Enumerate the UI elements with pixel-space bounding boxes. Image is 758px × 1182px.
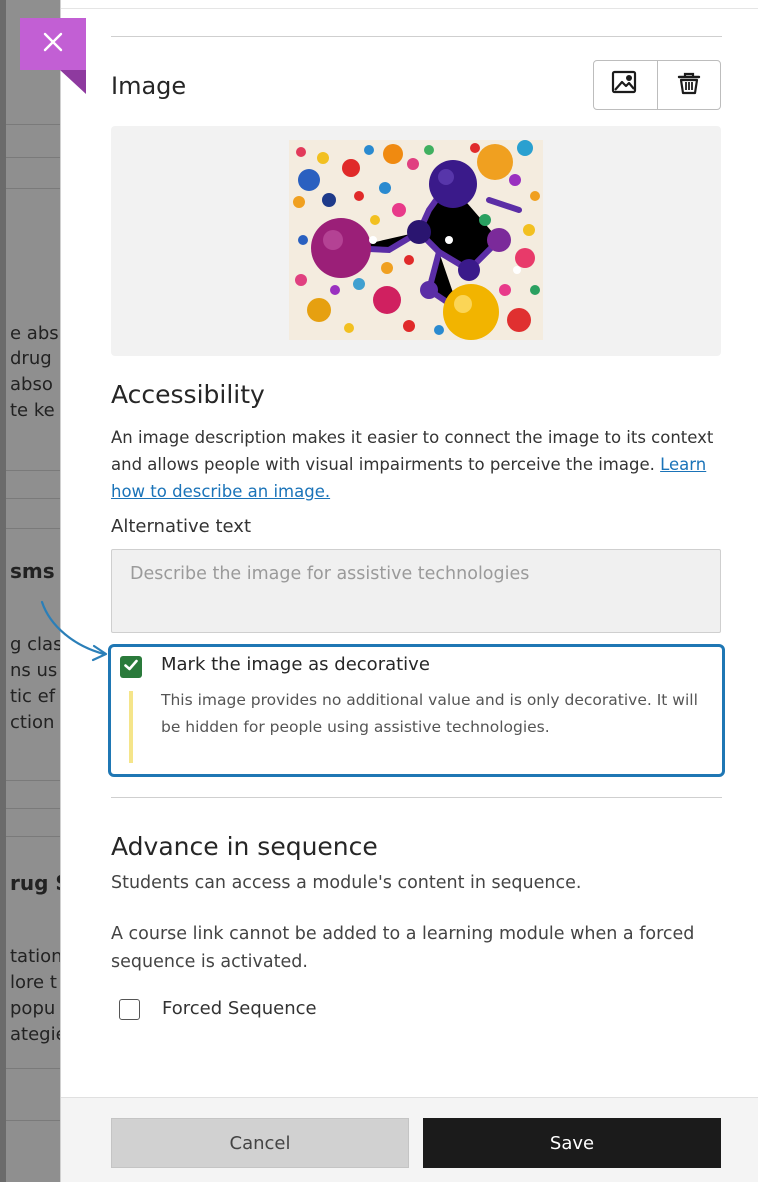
forced-sequence-checkbox[interactable] [119,999,140,1020]
replace-image-button[interactable] [594,61,657,109]
bg-text-fragment: tic ef [10,686,56,707]
bg-divider [6,498,60,499]
decorative-label: Mark the image as decorative [161,654,430,675]
decorative-option-group: Mark the image as decorative This image … [108,644,725,777]
image-preview-area [111,126,721,356]
cancel-button[interactable]: Cancel [111,1118,409,1168]
decorative-help-text: This image provides no additional value … [161,691,698,736]
forced-sequence-label: Forced Sequence [162,998,317,1019]
image-section-title: Image [111,72,187,100]
bg-divider [6,808,60,809]
trash-icon [676,70,702,100]
bg-text-fragment: tation [10,946,60,967]
bg-divider [6,780,60,781]
bg-text-fragment: popu [10,998,56,1019]
bg-divider [6,528,60,529]
background-page: e abs drug abso te ke sms g clas ns us t… [0,0,60,1182]
bg-text-fragment: ction [10,712,55,733]
checkmark-icon [123,657,139,677]
close-panel-button[interactable] [20,18,86,70]
advance-sequence-description: Students can access a module's content i… [111,873,582,893]
image-toolbar [593,60,721,110]
bg-text-fragment: drug [10,348,52,369]
panel-top-border [61,8,758,9]
accessibility-title: Accessibility [111,380,265,409]
close-button-tab [60,70,86,94]
bg-text-fragment: abso [10,374,53,395]
bg-divider [6,1120,60,1121]
bg-divider [6,188,60,189]
close-icon [41,30,65,58]
advance-sequence-title: Advance in sequence [111,832,378,861]
annotation-arrow-icon [40,600,108,662]
alt-text-input[interactable] [111,549,721,633]
screen: e abs drug abso te ke sms g clas ns us t… [0,0,758,1182]
bg-divider [6,124,60,125]
bg-divider [6,1068,60,1069]
accessibility-description: An image description makes it easier to … [111,424,723,505]
image-preview [289,140,543,340]
bg-divider [6,836,60,837]
panel-footer: Cancel Save [61,1097,758,1182]
save-button[interactable]: Save [423,1118,721,1168]
bg-divider [6,157,60,158]
divider [111,36,722,37]
image-edit-icon [611,70,639,100]
decorative-checkbox[interactable] [120,656,142,678]
bg-text-fragment: te ke [10,400,55,421]
divider [111,797,722,798]
bg-text-fragment: lore t [10,972,57,993]
bg-text-fragment: ategie [10,1024,60,1045]
alt-text-label: Alternative text [111,516,252,537]
delete-image-button[interactable] [656,61,721,109]
bg-heading-fragment: sms [10,559,55,583]
accessibility-description-text: An image description makes it easier to … [111,428,714,474]
help-text-bar [129,691,133,763]
bg-text-fragment: e abs [10,323,59,344]
image-settings-panel: Image Accessibility An image description… [60,0,758,1182]
advance-sequence-note: A course link cannot be added to a learn… [111,924,695,972]
bg-heading-fragment: rug S [10,871,60,895]
bg-divider [6,470,60,471]
